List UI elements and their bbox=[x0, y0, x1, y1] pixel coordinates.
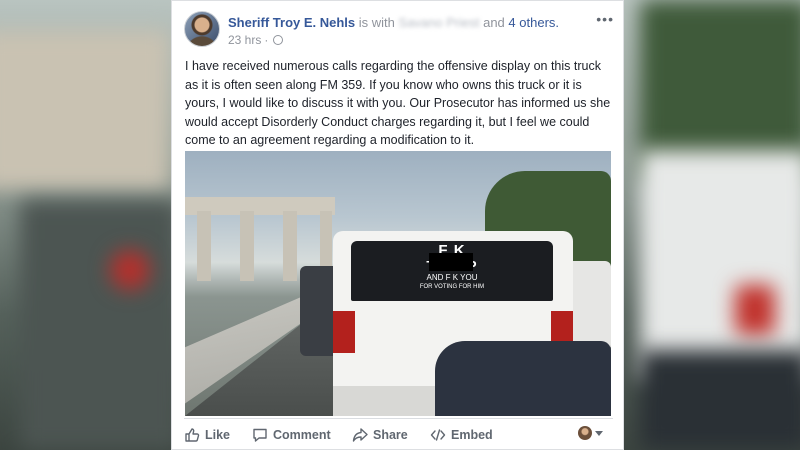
facebook-post-card: Sheriff Troy E. Nehls is with Savano Pri… bbox=[171, 0, 624, 450]
others-link[interactable]: 4 others. bbox=[508, 15, 559, 30]
post-header: Sheriff Troy E. Nehls is with Savano Pri… bbox=[184, 11, 614, 51]
user-avatar bbox=[578, 426, 592, 440]
overpass-pillar bbox=[240, 211, 254, 281]
overpass-pillar bbox=[283, 211, 297, 281]
window-sticker: F K TRUMP AND F K YOU FOR VOTING FOR HIM bbox=[351, 243, 553, 299]
censor-bar bbox=[429, 253, 473, 271]
timestamp-link[interactable]: 23 hrs bbox=[228, 33, 261, 47]
author-avatar[interactable] bbox=[184, 11, 220, 47]
comment-button[interactable]: Comment bbox=[252, 424, 331, 446]
like-button[interactable]: Like bbox=[184, 424, 230, 446]
share-button[interactable]: Share bbox=[352, 424, 408, 446]
taillight-left bbox=[333, 311, 355, 353]
post-as-selector[interactable] bbox=[578, 426, 603, 440]
share-label: Share bbox=[373, 428, 408, 442]
sticker-line-3: AND F K YOU bbox=[426, 273, 478, 282]
tagged-person-link[interactable]: Savano Priest bbox=[399, 15, 480, 30]
globe-icon[interactable] bbox=[273, 35, 284, 45]
comment-label: Comment bbox=[273, 428, 331, 442]
post-photo[interactable]: F K TRUMP AND F K YOU FOR VOTING FOR HIM bbox=[185, 151, 611, 416]
share-icon bbox=[352, 428, 368, 442]
sticker-line-4: FOR VOTING FOR HIM bbox=[419, 284, 485, 290]
overpass-pillar bbox=[197, 211, 211, 281]
embed-button[interactable]: Embed bbox=[430, 424, 493, 446]
embed-label: Embed bbox=[451, 428, 493, 442]
meta-separator: · bbox=[264, 33, 269, 47]
post-text: I have received numerous calls regarding… bbox=[185, 59, 611, 147]
post-meta: 23 hrs · bbox=[228, 33, 284, 47]
thumbs-up-icon bbox=[185, 428, 200, 442]
code-icon bbox=[430, 429, 446, 441]
and-text: and bbox=[483, 15, 505, 30]
comment-icon bbox=[253, 428, 267, 442]
author-line: Sheriff Troy E. Nehls is with Savano Pri… bbox=[228, 15, 559, 30]
ellipsis-icon: ••• bbox=[596, 11, 614, 27]
caret-down-icon bbox=[595, 430, 603, 436]
more-options-button[interactable]: ••• bbox=[596, 11, 614, 27]
like-label: Like bbox=[205, 428, 231, 442]
with-prefix: is with bbox=[358, 15, 395, 30]
author-name-link[interactable]: Sheriff Troy E. Nehls bbox=[228, 15, 355, 30]
actions-divider bbox=[184, 418, 613, 419]
car-right bbox=[435, 341, 611, 416]
post-actions: Like Comment Share Embed bbox=[172, 420, 625, 450]
